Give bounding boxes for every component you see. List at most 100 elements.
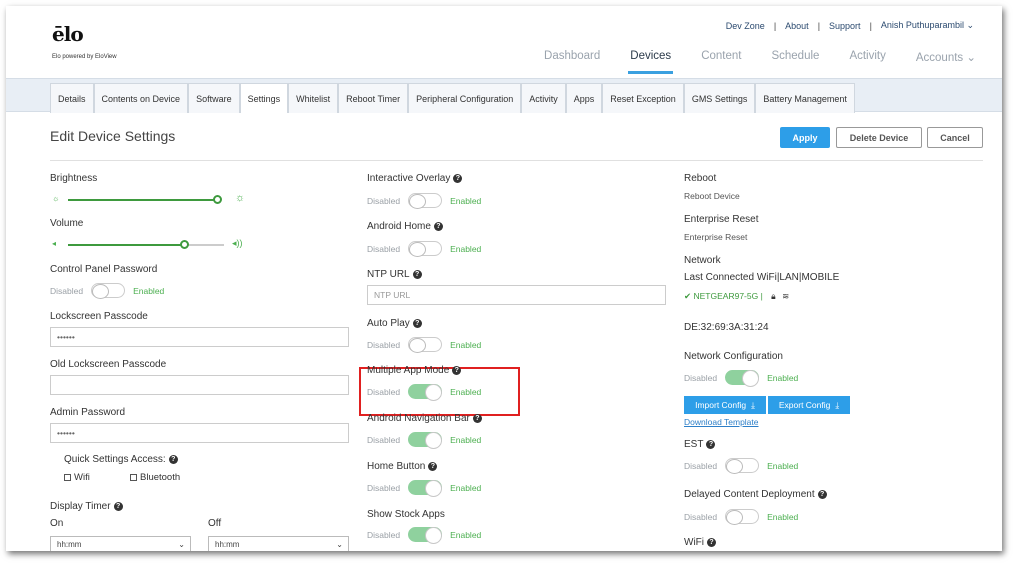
auto-play-toggle-row: Disabled Enabled xyxy=(367,337,481,353)
help-icon[interactable]: ? xyxy=(412,269,422,279)
show-stock-apps-toggle[interactable] xyxy=(408,527,443,544)
disabled-text: Disabled xyxy=(367,482,401,493)
nav-dashboard[interactable]: Dashboard xyxy=(544,50,600,74)
old-lockscreen-passcode-input[interactable] xyxy=(50,375,349,395)
tab-reboot-timer[interactable]: Reboot Timer xyxy=(338,83,409,113)
auto-play-text: Auto Play xyxy=(367,318,410,329)
about-link[interactable]: About xyxy=(785,21,809,31)
download-template-link[interactable]: Download Template xyxy=(684,417,759,427)
help-icon[interactable]: ? xyxy=(452,365,462,375)
tab-peripheral-configuration[interactable]: Peripheral Configuration xyxy=(408,83,522,113)
apply-button[interactable]: Apply xyxy=(780,127,830,148)
tab-details[interactable]: Details xyxy=(50,83,94,113)
delayed-content-toggle[interactable] xyxy=(725,509,760,525)
help-icon[interactable]: ? xyxy=(472,413,482,423)
sun-large-icon: ☼ xyxy=(235,192,246,204)
separator: | xyxy=(817,20,821,31)
interactive-overlay-text: Interactive Overlay xyxy=(367,173,451,184)
nav-content[interactable]: Content xyxy=(701,50,741,74)
on-select-value: hh:mm xyxy=(57,540,82,549)
disabled-text: Disabled xyxy=(367,529,401,540)
tab-activity[interactable]: Activity xyxy=(521,83,566,113)
display-timer-off-select[interactable]: hh:mm ⌄ xyxy=(208,536,349,551)
home-button-toggle[interactable] xyxy=(408,480,443,497)
wifi-signal-icon: ≋ xyxy=(782,291,790,301)
ntp-url-input[interactable]: NTP URL xyxy=(367,285,666,305)
wifi-checkbox-row[interactable]: Wifi xyxy=(64,472,90,483)
tab-apps[interactable]: Apps xyxy=(565,83,603,113)
disabled-text: Disabled xyxy=(684,372,718,383)
help-icon[interactable]: ? xyxy=(433,221,443,231)
help-icon[interactable]: ? xyxy=(453,173,463,183)
export-config-button[interactable]: Export Config ⤓ xyxy=(768,396,850,414)
delete-device-button[interactable]: Delete Device xyxy=(836,127,922,148)
admin-password-input[interactable]: •••••• xyxy=(50,423,349,443)
delayed-content-label: Delayed Content Deployment? xyxy=(684,489,827,500)
tab-reset-exception[interactable]: Reset Exception xyxy=(602,83,684,113)
enabled-text: Enabled xyxy=(767,460,799,471)
dev-zone-link[interactable]: Dev Zone xyxy=(726,21,765,31)
show-stock-apps-label: Show Stock Apps xyxy=(367,509,445,520)
home-button-label: Home Button? xyxy=(367,461,438,472)
tab-list: Details Contents on Device Software Sett… xyxy=(50,83,855,113)
android-home-toggle[interactable] xyxy=(408,241,443,257)
disabled-text: Disabled xyxy=(367,339,401,350)
multiple-app-mode-toggle[interactable] xyxy=(408,384,443,401)
control-panel-password-toggle[interactable] xyxy=(91,283,126,299)
help-icon[interactable]: ? xyxy=(817,489,827,499)
auto-play-toggle[interactable] xyxy=(408,337,443,353)
brightness-slider-handle[interactable] xyxy=(212,195,222,204)
tab-contents-on-device[interactable]: Contents on Device xyxy=(93,83,189,113)
user-menu[interactable]: Anish Puthuparambil ⌄ xyxy=(881,20,974,31)
nav-schedule[interactable]: Schedule xyxy=(771,50,819,74)
network-config-toggle[interactable] xyxy=(725,370,760,387)
tab-settings[interactable]: Settings xyxy=(239,83,289,113)
help-icon[interactable]: ? xyxy=(412,318,422,328)
display-timer-text: Display Timer xyxy=(50,501,111,512)
nav-devices[interactable]: Devices xyxy=(628,50,674,74)
tab-software[interactable]: Software xyxy=(188,83,240,113)
control-panel-password-label: Control Panel Password xyxy=(50,264,158,275)
android-nav-bar-toggle[interactable] xyxy=(408,432,443,449)
interactive-overlay-toggle[interactable] xyxy=(408,193,443,209)
help-icon[interactable]: ? xyxy=(707,537,716,547)
tab-gms-settings[interactable]: GMS Settings xyxy=(683,83,756,113)
enterprise-reset-label: Enterprise Reset xyxy=(684,214,759,225)
android-home-toggle-row: Disabled Enabled xyxy=(367,241,481,257)
disabled-text: Disabled xyxy=(684,511,718,522)
android-nav-bar-toggle-row: Disabled Enabled xyxy=(367,432,481,449)
est-label: EST? xyxy=(684,439,716,450)
help-icon[interactable]: ? xyxy=(113,501,123,511)
home-button-text: Home Button xyxy=(367,461,426,472)
tab-battery-management[interactable]: Battery Management xyxy=(755,83,855,113)
delayed-content-toggle-row: Disabled Enabled xyxy=(684,509,798,525)
tab-whitelist[interactable]: Whitelist xyxy=(288,83,339,113)
volume-slider-track[interactable] xyxy=(68,244,185,246)
display-timer-on-select[interactable]: hh:mm ⌄ xyxy=(50,536,191,551)
cancel-button[interactable]: Cancel xyxy=(927,127,983,148)
reboot-device-link[interactable]: Reboot Device xyxy=(684,191,740,201)
est-toggle[interactable] xyxy=(725,458,760,474)
import-config-button[interactable]: Import Config ⤓ xyxy=(684,396,766,414)
nav-activity[interactable]: Activity xyxy=(849,50,885,74)
network-config-label: Network Configuration xyxy=(684,351,783,362)
disabled-text: Disabled xyxy=(684,460,718,471)
help-icon[interactable]: ? xyxy=(168,454,178,464)
wifi-checkbox-label: Wifi xyxy=(74,472,90,483)
bluetooth-checkbox-row[interactable]: Bluetooth xyxy=(130,472,180,483)
help-icon[interactable]: ? xyxy=(428,461,438,471)
nav-accounts[interactable]: Accounts ⌄ xyxy=(916,50,976,74)
enabled-text: Enabled xyxy=(450,386,482,397)
wifi-checkbox[interactable] xyxy=(64,473,71,481)
divider xyxy=(50,160,983,161)
lockscreen-passcode-input[interactable]: •••••• xyxy=(50,327,349,347)
volume-slider-handle[interactable] xyxy=(180,240,189,249)
interactive-overlay-toggle-row: Disabled Enabled xyxy=(367,193,481,209)
bluetooth-checkbox[interactable] xyxy=(130,473,137,481)
speaker-high-icon: ◂)) xyxy=(232,238,243,248)
help-icon[interactable]: ? xyxy=(706,439,716,449)
lock-icon: 🔒︎ xyxy=(771,291,776,301)
enterprise-reset-link[interactable]: Enterprise Reset xyxy=(684,232,747,242)
support-link[interactable]: Support xyxy=(829,21,861,31)
brightness-slider-track[interactable] xyxy=(68,199,218,201)
